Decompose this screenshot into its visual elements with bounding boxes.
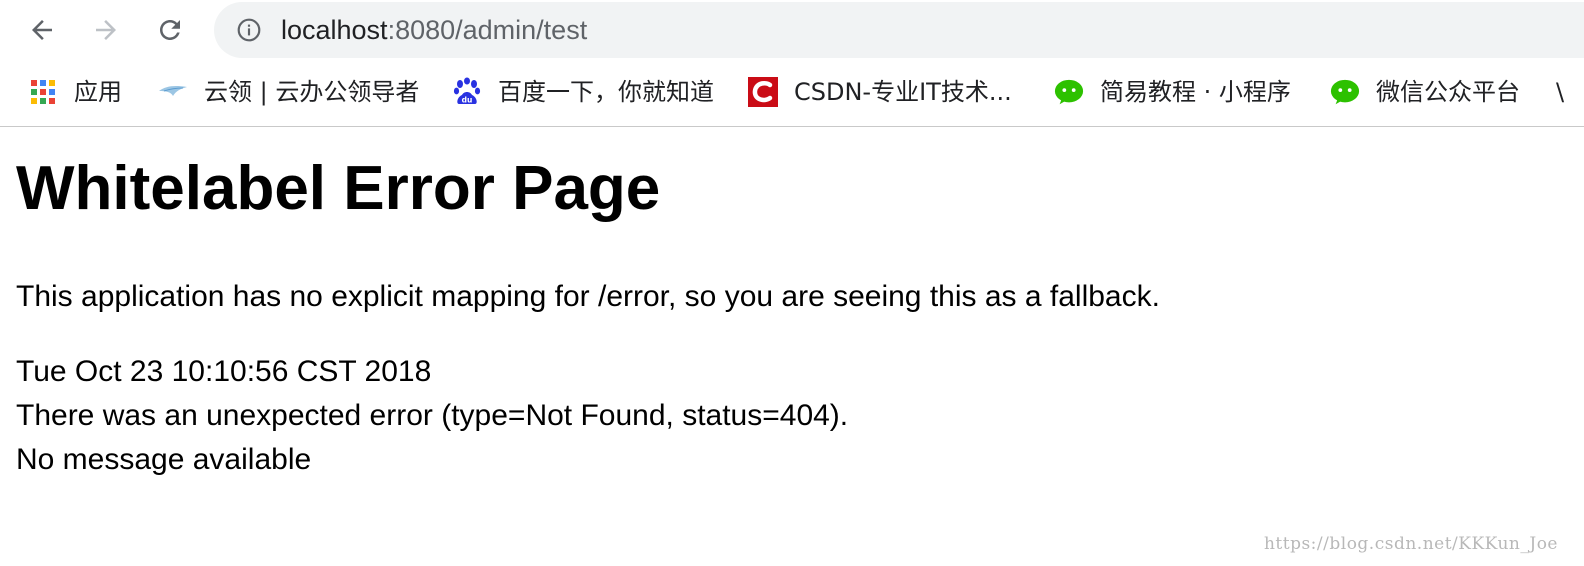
bookmark-label: CSDN-专业IT技术...	[794, 78, 1012, 106]
browser-toolbar: localhost:8080/admin/test	[0, 0, 1584, 62]
bookmarks-overflow-icon[interactable]: \	[1556, 78, 1564, 106]
bookmark-jianyi-tutorial[interactable]: 简易教程 · 小程序	[1054, 76, 1291, 108]
bookmark-label: 百度一下，你就知道	[498, 78, 714, 106]
wechat-icon	[1054, 77, 1084, 107]
url-path: :8080/admin/test	[387, 15, 588, 45]
back-button[interactable]	[22, 10, 62, 50]
info-icon[interactable]	[236, 17, 262, 43]
apps-grid-icon	[28, 77, 58, 107]
yunling-bird-icon	[158, 77, 188, 107]
bookmark-wechat-platform[interactable]: 微信公众平台	[1330, 76, 1520, 108]
bookmark-label: 应用	[74, 78, 122, 106]
error-details: There was an unexpected error (type=Not …	[16, 399, 849, 432]
svg-text:du: du	[462, 96, 473, 105]
bookmark-baidu[interactable]: du 百度一下，你就知道	[452, 76, 714, 108]
url-text[interactable]: localhost:8080/admin/test	[281, 15, 587, 45]
bookmark-yunling[interactable]: 云领 | 云办公领导者	[158, 76, 419, 108]
baidu-paw-icon: du	[452, 77, 482, 107]
reload-button[interactable]	[150, 10, 190, 50]
url-host: localhost	[281, 15, 388, 45]
bookmark-apps[interactable]: 应用	[28, 76, 122, 108]
bookmark-label: 微信公众平台	[1376, 78, 1520, 106]
page-title: Whitelabel Error Page	[16, 154, 661, 223]
bookmarks-bar: 应用 云领 | 云办公领导者 du 百度一下，你就知道 CSDN-专业IT技术.…	[0, 62, 1584, 127]
arrow-right-icon	[96, 20, 116, 40]
bookmark-label: 简易教程 · 小程序	[1100, 78, 1291, 106]
bookmark-csdn[interactable]: CSDN-专业IT技术...	[748, 76, 1012, 108]
address-bar[interactable]: localhost:8080/admin/test	[214, 2, 1584, 58]
forward-button[interactable]	[86, 10, 126, 50]
error-timestamp: Tue Oct 23 10:10:56 CST 2018	[16, 355, 432, 388]
arrow-left-icon	[32, 20, 52, 40]
wechat-icon	[1330, 77, 1360, 107]
reload-icon	[160, 20, 180, 40]
bookmark-label: 云领 | 云办公领导者	[204, 78, 420, 106]
error-message: No message available	[16, 443, 312, 476]
csdn-icon	[748, 77, 778, 107]
error-description: This application has no explicit mapping…	[16, 280, 1160, 313]
watermark: https://blog.csdn.net/KKKun_Joe	[1263, 534, 1558, 554]
